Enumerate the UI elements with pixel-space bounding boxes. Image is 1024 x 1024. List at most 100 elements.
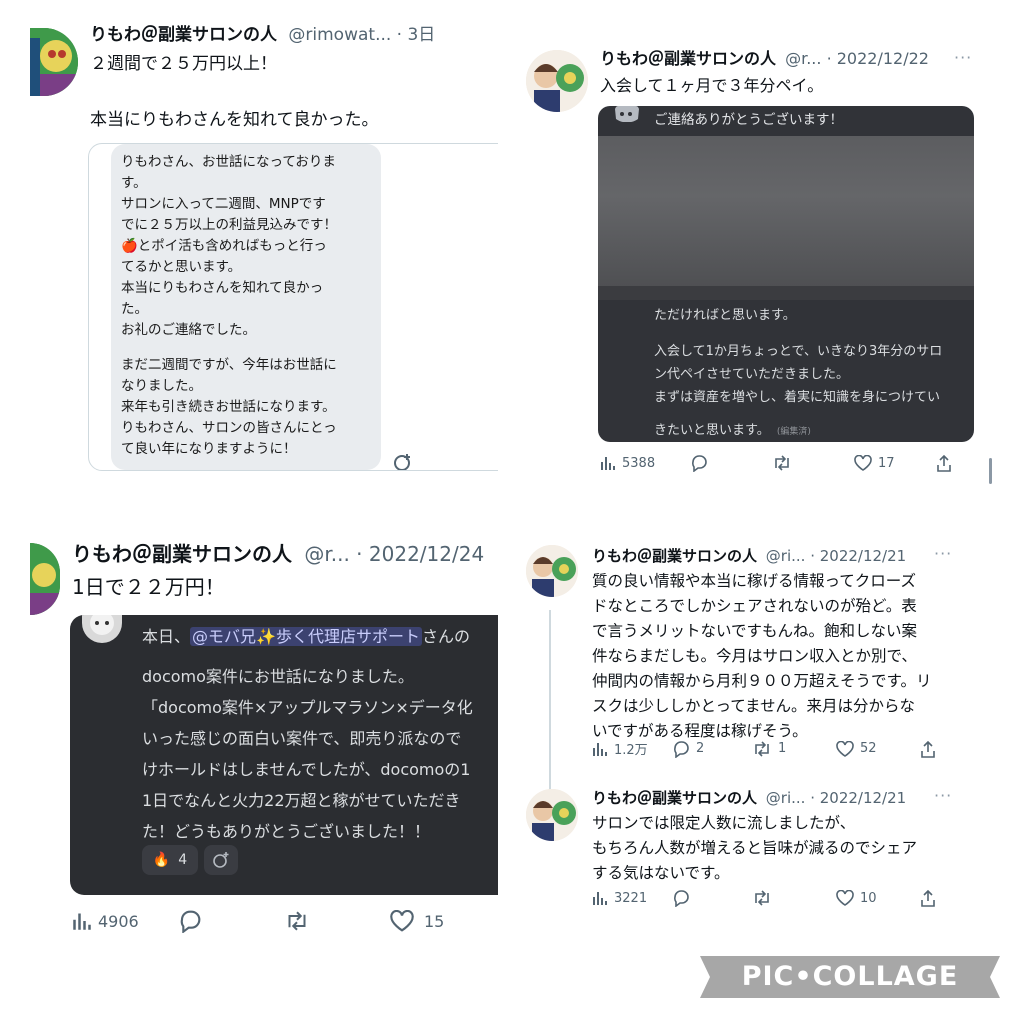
more-options-icon[interactable]: ··· bbox=[954, 48, 972, 67]
tweet-text: 1日で２２万円！ bbox=[72, 575, 225, 599]
user-handle-date[interactable]: @ri... · 2022/12/21 bbox=[766, 789, 906, 807]
text-line: で言うメリットないですもんね。飽和しない案 bbox=[592, 622, 918, 640]
views-stat[interactable]: 5388 bbox=[600, 455, 690, 471]
tweet-header: りもわ＠副業サロンの人 @ri... · 2022/12/21 bbox=[592, 787, 906, 809]
message-text: 本日、 bbox=[142, 627, 191, 646]
chat-message-text: docomo案件にお世話になりました。 「docomo案件×アップルマラソン×デー… bbox=[142, 661, 473, 847]
tweet-panel-3: りもわ＠副業サロンの人 @r... · 2022/12/24 1日で２２万円！ … bbox=[30, 535, 498, 955]
more-options-icon[interactable]: ··· bbox=[934, 786, 952, 805]
more-options-icon[interactable]: ··· bbox=[934, 544, 952, 563]
tweet-actions: 4906 15 bbox=[72, 909, 492, 933]
text-line: 仲間内の情報から月利９００万超えそうです。リ bbox=[592, 672, 932, 690]
like-button[interactable]: 15 bbox=[390, 910, 444, 932]
user-handle-date[interactable]: @rimowat... · 3日 bbox=[288, 25, 435, 45]
text-line: まずは資産を増やし、着実に知識を身につけてい bbox=[654, 390, 941, 405]
avatar[interactable] bbox=[30, 543, 60, 615]
repost-button[interactable] bbox=[284, 911, 390, 931]
share-button[interactable] bbox=[920, 889, 936, 907]
tweet-actions: 5388 17 bbox=[600, 454, 960, 472]
avatar[interactable] bbox=[526, 545, 578, 597]
repost-button[interactable]: 1 bbox=[752, 740, 836, 757]
chat-message-text: ただければと思います。入会して1か月ちょっとで、いきなり3年分のサロ ン代ペイさせ… bbox=[654, 304, 942, 409]
message-text: さんの bbox=[421, 627, 470, 646]
image-card[interactable]: 本日、 @モバ兄✨歩く代理店サポート さんの docomo案件にお世話になりました。… bbox=[70, 615, 498, 895]
views-count: 5388 bbox=[622, 455, 656, 471]
text-line: 「docomo案件×アップルマラソン×データ化 bbox=[142, 698, 473, 717]
text-line: りもわさん、サロンの皆さんにとっ bbox=[121, 419, 337, 436]
reaction-badge[interactable]: 🔥 4 bbox=[142, 845, 198, 875]
image-card[interactable]: りもわさん、お世話になっておりま す。 サロンに入って二週間、MNPです でに２５万以… bbox=[88, 143, 498, 471]
repost-icon bbox=[288, 911, 306, 931]
text-line bbox=[654, 327, 942, 340]
user-name[interactable]: りもわ＠副業サロンの人 bbox=[90, 25, 277, 45]
like-count: 15 bbox=[424, 911, 445, 931]
user-handle-date[interactable]: @r... · 2022/12/22 bbox=[785, 49, 929, 68]
reply-button[interactable] bbox=[690, 454, 772, 472]
text-line bbox=[121, 341, 371, 355]
text-line: 来年も引き続きお世話になります。 bbox=[121, 398, 336, 415]
reply-button[interactable]: 2 bbox=[672, 740, 752, 758]
views-stat[interactable]: 1.2万 bbox=[592, 739, 672, 758]
repost-button[interactable] bbox=[772, 455, 854, 471]
tweet-header: りもわ＠副業サロンの人 @rimowat... · 3日 bbox=[90, 24, 435, 46]
heart-icon bbox=[854, 455, 872, 471]
scrollbar[interactable] bbox=[989, 458, 992, 484]
image-card[interactable]: ご連絡ありがとうございます！ ただければと思います。入会して1か月ちょっとで、い… bbox=[598, 106, 974, 442]
text-line: いった感じの面白い案件で、即売り派なので bbox=[142, 729, 462, 748]
text-line: りもわさん、お世話になっておりま bbox=[121, 154, 336, 170]
text-line: 入会して1か月ちょっとで、いきなり3年分のサロ bbox=[654, 344, 943, 359]
text-line: 件ならまだしも。今月はサロン収入とか別で、 bbox=[592, 647, 917, 665]
like-button[interactable]: 17 bbox=[854, 455, 936, 471]
share-icon bbox=[921, 889, 935, 907]
message-header: ご連絡ありがとうございます！ bbox=[654, 112, 843, 128]
chat-message-first-line: 本日、 @モバ兄✨歩く代理店サポート さんの bbox=[142, 625, 470, 649]
avatar-illustration bbox=[30, 543, 60, 615]
text-line: 本当にりもわさんを知れて良かっ bbox=[121, 280, 324, 296]
views-icon bbox=[593, 892, 607, 905]
avatar[interactable] bbox=[526, 789, 578, 841]
chat-message-text: りもわさん、お世話になっておりま す。 サロンに入って二週間、MNPです でに２５万以… bbox=[121, 152, 371, 460]
text-line: 🍎とポイ活も含めればもっと行っ bbox=[121, 238, 327, 254]
user-name[interactable]: りもわ＠副業サロンの人 bbox=[72, 542, 292, 566]
views-count: 3221 bbox=[614, 890, 648, 906]
text-line: でに２５万以上の利益見込みです！ bbox=[121, 217, 337, 233]
tweet-actions: 1.2万 2 1 52 bbox=[592, 739, 952, 758]
avatar[interactable] bbox=[526, 50, 588, 112]
add-reaction-button[interactable] bbox=[204, 845, 238, 875]
text-line: ン代ペイさせていただきました。 bbox=[654, 367, 850, 382]
views-stat[interactable]: 4906 bbox=[72, 911, 178, 931]
views-icon bbox=[601, 457, 615, 470]
tweet-thread-panel: りもわ＠副業サロンの人 @ri... · 2022/12/21 ··· 質の良い… bbox=[522, 535, 1002, 925]
user-name[interactable]: りもわ＠副業サロンの人 bbox=[592, 547, 757, 565]
chat-bubble: りもわさん、お世話になっておりま す。 サロンに入って二週間、MNPです でに２５万以… bbox=[111, 144, 381, 470]
avatar[interactable] bbox=[30, 28, 78, 96]
add-reaction-icon bbox=[213, 852, 229, 868]
share-button[interactable] bbox=[936, 454, 952, 472]
text-line: もちろん人数が増えると旨味が減るのでシェア bbox=[592, 839, 918, 857]
like-button[interactable]: 52 bbox=[836, 740, 920, 757]
user-name[interactable]: りもわ＠副業サロンの人 bbox=[600, 49, 776, 68]
user-handle-date[interactable]: @ri... · 2022/12/21 bbox=[766, 547, 906, 565]
heart-icon bbox=[836, 740, 854, 757]
tweet-text: サロンでは限定人数に流しましたが、 もちろん人数が増えると旨味が減るのでシェア する… bbox=[592, 811, 917, 886]
user-name[interactable]: りもわ＠副業サロンの人 bbox=[592, 789, 757, 807]
reply-button[interactable] bbox=[178, 909, 284, 933]
views-icon bbox=[593, 742, 607, 756]
user-handle-date[interactable]: @r... · 2022/12/24 bbox=[304, 542, 484, 566]
repost-button[interactable] bbox=[752, 890, 836, 906]
repost-icon bbox=[775, 455, 789, 471]
text-line: てるかと思います。 bbox=[121, 259, 242, 275]
tweet-panel-1: りもわ＠副業サロンの人 @rimowat... · 3日 ２週間で２５万円以上！… bbox=[30, 20, 498, 472]
views-count: 4906 bbox=[98, 911, 139, 931]
reply-button[interactable] bbox=[672, 889, 752, 907]
text-line: 質の良い情報や本当に稼げる情報ってクローズ bbox=[592, 572, 916, 590]
text-line: ただければと思います。 bbox=[654, 308, 796, 323]
share-button[interactable] bbox=[920, 740, 936, 758]
views-stat[interactable]: 3221 bbox=[592, 890, 672, 906]
tweet-text: 質の良い情報や本当に稼げる情報ってクローズ ドなところでしかシェアされないのが殆ど… bbox=[592, 569, 931, 744]
text-line: スクは少ししかとってません。来月は分からな bbox=[592, 697, 916, 715]
like-button[interactable]: 10 bbox=[836, 890, 920, 906]
user-mention[interactable]: @モバ兄✨歩く代理店サポート bbox=[190, 627, 422, 646]
add-reaction-icon[interactable] bbox=[392, 452, 414, 470]
cat-icon bbox=[90, 615, 114, 635]
